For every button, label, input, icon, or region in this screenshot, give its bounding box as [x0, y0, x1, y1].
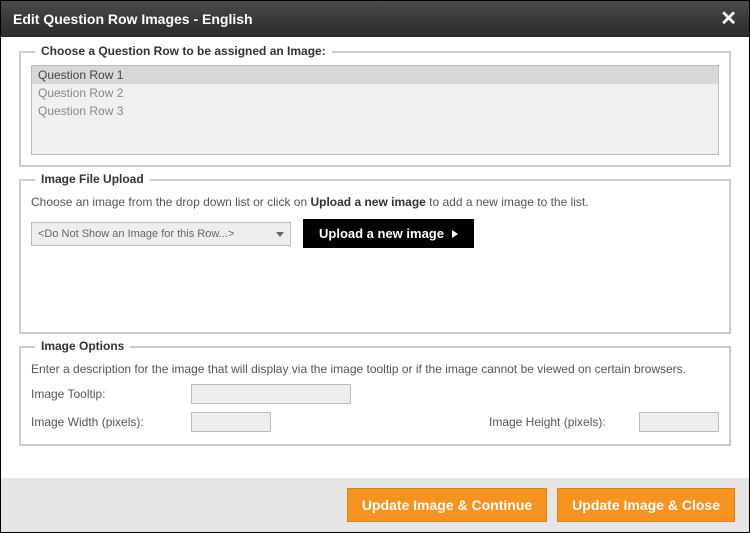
choose-row-fieldset: Choose a Question Row to be assigned an …	[19, 51, 731, 167]
help-text-bold: Upload a new image	[310, 195, 425, 209]
image-options-fieldset: Image Options Enter a description for th…	[19, 346, 731, 446]
width-label: Image Width (pixels):	[31, 415, 191, 429]
list-item[interactable]: Question Row 3	[32, 102, 718, 120]
upload-controls-row: <Do Not Show an Image for this Row...> U…	[31, 219, 719, 248]
dropdown-value: <Do Not Show an Image for this Row...>	[38, 228, 234, 240]
tooltip-input[interactable]	[191, 384, 351, 404]
question-row-listbox[interactable]: Question Row 1 Question Row 2 Question R…	[31, 65, 719, 155]
dialog-footer: Update Image & Continue Update Image & C…	[1, 478, 749, 532]
options-form: Image Tooltip: Image Width (pixels): Ima…	[31, 384, 719, 432]
update-continue-button[interactable]: Update Image & Continue	[347, 488, 547, 522]
options-help-text: Enter a description for the image that w…	[31, 362, 719, 376]
tooltip-row: Image Tooltip:	[31, 384, 719, 404]
image-select-dropdown[interactable]: <Do Not Show an Image for this Row...>	[31, 222, 291, 246]
upload-new-image-button[interactable]: Upload a new image	[303, 219, 474, 248]
chevron-right-icon	[452, 230, 458, 238]
dialog-content: Choose a Question Row to be assigned an …	[1, 37, 749, 446]
dialog-title: Edit Question Row Images - English	[13, 11, 253, 27]
width-input[interactable]	[191, 412, 271, 432]
update-close-button[interactable]: Update Image & Close	[557, 488, 735, 522]
image-options-legend: Image Options	[35, 339, 130, 353]
close-icon[interactable]: ✕	[720, 9, 737, 29]
height-label: Image Height (pixels):	[489, 415, 639, 429]
list-item[interactable]: Question Row 2	[32, 84, 718, 102]
tooltip-label: Image Tooltip:	[31, 387, 191, 401]
upload-help-text: Choose an image from the drop down list …	[31, 195, 719, 209]
help-text-part: Choose an image from the drop down list …	[31, 195, 310, 209]
help-text-part: to add a new image to the list.	[426, 195, 589, 209]
height-input[interactable]	[639, 412, 719, 432]
choose-row-legend: Choose a Question Row to be assigned an …	[35, 44, 332, 58]
list-item[interactable]: Question Row 1	[32, 66, 718, 84]
dimensions-row: Image Width (pixels): Image Height (pixe…	[31, 412, 719, 432]
image-upload-legend: Image File Upload	[35, 172, 150, 186]
titlebar: Edit Question Row Images - English ✕	[1, 1, 749, 37]
button-label: Upload a new image	[319, 226, 444, 241]
image-upload-fieldset: Image File Upload Choose an image from t…	[19, 179, 731, 334]
